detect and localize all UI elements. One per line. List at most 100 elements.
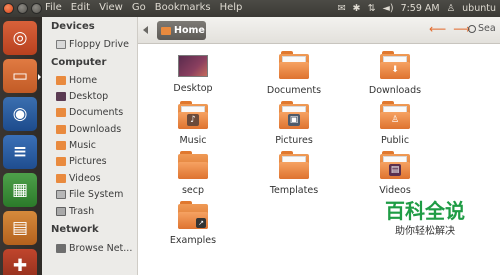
sidebar-item-label: Pictures <box>69 156 107 167</box>
disk-icon <box>56 190 66 199</box>
file-item-secp[interactable]: secp <box>158 151 228 196</box>
watermark-title: 百科全说 <box>385 199 465 223</box>
file-item-label: Examples <box>169 235 217 246</box>
file-item-public[interactable]: ♙ Public <box>360 101 430 146</box>
menu-file[interactable]: File <box>45 2 62 13</box>
network-icon[interactable]: ⇅ <box>368 2 376 15</box>
music-folder-icon: ♪ <box>178 101 208 129</box>
down-arrow-icon: ⬇ <box>391 65 399 75</box>
spreadsheet-icon: ▦ <box>11 179 29 200</box>
toolbox-icon: ✚ <box>12 255 28 275</box>
home-folder-icon <box>56 76 66 85</box>
user-icon[interactable]: ♙ <box>447 2 456 15</box>
breadcrumb-scroll-left-icon[interactable] <box>143 26 148 34</box>
file-item-templates[interactable]: Templates <box>259 151 329 196</box>
impress-launcher-button[interactable]: ▤ <box>3 211 37 245</box>
desktop-icon <box>56 92 66 101</box>
places-sidebar: Devices Floppy Drive Computer Home Deskt… <box>42 17 138 275</box>
file-item-documents[interactable]: Documents <box>259 51 329 96</box>
watermark: 百科全说 助你轻松解决 <box>350 197 500 250</box>
sidebar-item-file-system[interactable]: File System <box>56 189 123 200</box>
writer-launcher-button[interactable]: ≡ <box>3 135 37 169</box>
firefox-launcher-button[interactable]: ◉ <box>3 97 37 131</box>
sidebar-item-trash[interactable]: Trash <box>56 206 94 217</box>
examples-folder-icon: ↗ <box>178 201 208 229</box>
clock[interactable]: 7:59 AM <box>401 2 440 15</box>
file-item-label: Templates <box>269 185 319 196</box>
search-button[interactable]: Sea <box>468 23 496 34</box>
menu-go[interactable]: Go <box>132 2 146 13</box>
sidebar-item-label: Documents <box>69 107 124 118</box>
folder-icon <box>178 151 208 179</box>
file-item-downloads[interactable]: ⬇ Downloads <box>360 51 430 96</box>
files-launcher-button[interactable]: ▭ <box>3 59 37 93</box>
file-item-examples[interactable]: ↗ Examples <box>158 201 228 246</box>
back-arrow-icon[interactable]: ⟵ <box>429 22 446 36</box>
maximize-window-button[interactable] <box>31 3 42 14</box>
menu-edit[interactable]: Edit <box>71 2 90 13</box>
navigation-arrows: ⟵ ⟶ <box>429 22 470 36</box>
sidebar-item-label: Floppy Drive <box>69 39 129 50</box>
person-icon: ♙ <box>390 115 400 125</box>
sidebar-item-label: Browse Net... <box>69 243 133 254</box>
search-icon <box>468 24 476 33</box>
folder-icon <box>56 141 66 150</box>
calc-launcher-button[interactable]: ▦ <box>3 173 37 207</box>
user-name[interactable]: ubuntu <box>462 2 496 15</box>
bluetooth-icon[interactable]: ✱ <box>353 2 361 15</box>
menu-bookmarks[interactable]: Bookmarks <box>155 2 211 13</box>
link-arrow-icon: ↗ <box>196 218 206 228</box>
firefox-icon: ◉ <box>12 103 28 124</box>
sidebar-item-label: Desktop <box>69 91 109 102</box>
menu-bar: File Edit View Go Bookmarks Help <box>45 2 242 13</box>
file-item-pictures[interactable]: ▣ Pictures <box>259 101 329 146</box>
toolbar: Home ⟵ ⟶ Sea <box>138 17 500 44</box>
picture-icon: ▣ <box>288 114 300 126</box>
file-item-desktop[interactable]: Desktop <box>158 54 228 94</box>
folder-icon <box>279 51 309 79</box>
minimize-window-button[interactable] <box>17 3 28 14</box>
sidebar-item-videos[interactable]: Videos <box>56 173 101 184</box>
volume-icon[interactable]: ◄) <box>383 2 394 15</box>
folder-icon <box>56 157 66 166</box>
sidebar-item-desktop[interactable]: Desktop <box>56 91 108 102</box>
mail-icon[interactable]: ✉ <box>338 2 346 15</box>
public-folder-icon: ♙ <box>380 101 410 129</box>
menu-view[interactable]: View <box>99 2 123 13</box>
tools-launcher-button[interactable]: ✚ <box>3 249 37 275</box>
videos-folder-icon: ▤ <box>380 151 410 179</box>
top-panel: File Edit View Go Bookmarks Help ✉ ✱ ⇅ ◄… <box>0 0 500 17</box>
sidebar-item-music[interactable]: Music <box>56 140 96 151</box>
search-label: Sea <box>478 23 496 34</box>
file-item-label: Documents <box>266 85 322 96</box>
downloads-folder-icon: ⬇ <box>380 51 410 79</box>
menu-help[interactable]: Help <box>220 2 243 13</box>
launcher: ◎ ▭ ◉ ≡ ▦ ▤ ✚ <box>0 17 42 275</box>
close-window-button[interactable] <box>3 3 14 14</box>
breadcrumb-home-button[interactable]: Home <box>157 21 206 40</box>
breadcrumb-label: Home <box>174 25 205 36</box>
sidebar-item-label: Downloads <box>69 124 122 135</box>
sidebar-item-label: File System <box>69 189 124 200</box>
file-item-label: Pictures <box>275 135 313 146</box>
sidebar-item-label: Music <box>69 140 97 151</box>
sidebar-item-floppy-drive[interactable]: Floppy Drive <box>56 39 129 50</box>
file-item-videos[interactable]: ▤ Videos <box>360 151 430 196</box>
sidebar-section-network: Network <box>51 224 99 235</box>
sidebar-item-downloads[interactable]: Downloads <box>56 124 121 135</box>
trash-icon <box>56 207 66 216</box>
sidebar-item-home[interactable]: Home <box>56 75 97 86</box>
sidebar-item-pictures[interactable]: Pictures <box>56 156 107 167</box>
folder-icon: ▭ <box>11 65 29 86</box>
sidebar-item-documents[interactable]: Documents <box>56 107 123 118</box>
file-item-label: Downloads <box>368 85 422 96</box>
watermark-subtitle: 助你轻松解决 <box>395 226 455 237</box>
folder-icon <box>56 108 66 117</box>
dash-home-button[interactable]: ◎ <box>3 21 37 55</box>
file-item-music[interactable]: ♪ Music <box>158 101 228 146</box>
window-controls <box>3 3 42 14</box>
sidebar-item-browse-network[interactable]: Browse Net... <box>56 243 132 254</box>
sidebar-section-computer: Computer <box>51 57 107 68</box>
presentation-icon: ▤ <box>11 217 29 238</box>
templates-folder-icon <box>279 151 309 179</box>
